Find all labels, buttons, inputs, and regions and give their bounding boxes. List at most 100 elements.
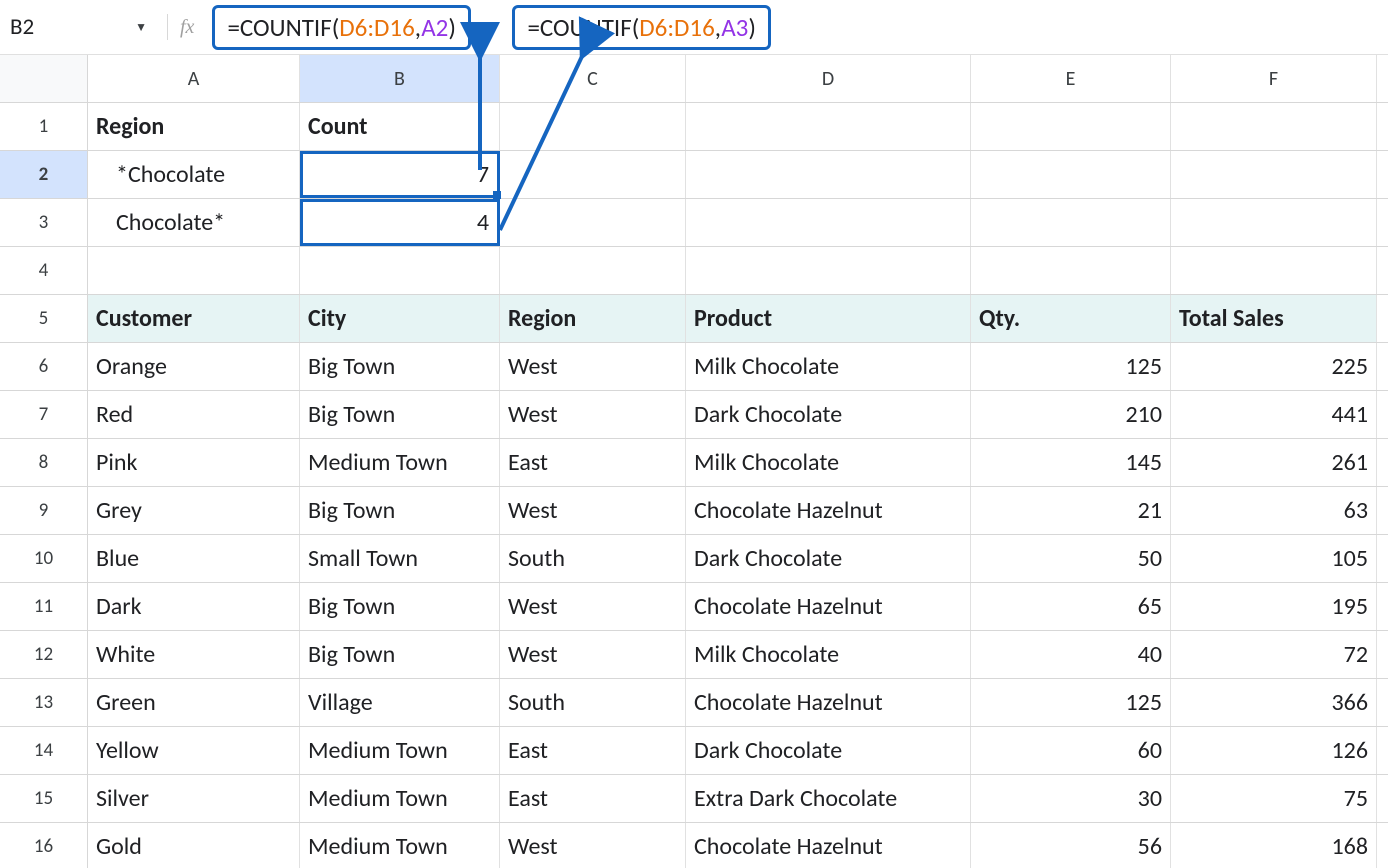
cell-B15[interactable]: Medium Town (300, 775, 500, 822)
row-header-12[interactable]: 12 (0, 631, 88, 678)
cell-E13[interactable]: 125 (971, 679, 1171, 726)
cell-F6[interactable]: 225 (1171, 343, 1377, 390)
cell-E9[interactable]: 21 (971, 487, 1171, 534)
spreadsheet-grid[interactable]: A B C D E F 1 Region Count 2 *Chocolate … (0, 55, 1388, 868)
cell-A8[interactable]: Pink (88, 439, 300, 486)
cell-B6[interactable]: Big Town (300, 343, 500, 390)
cell-C6[interactable]: West (500, 343, 686, 390)
col-header-A[interactable]: A (88, 55, 300, 102)
cell-D13[interactable]: Chocolate Hazelnut (686, 679, 971, 726)
row-header-3[interactable]: 3 (0, 199, 88, 246)
cell-F13[interactable]: 366 (1171, 679, 1377, 726)
cell-D9[interactable]: Chocolate Hazelnut (686, 487, 971, 534)
col-header-B[interactable]: B (300, 55, 500, 102)
select-all-corner[interactable] (0, 55, 88, 102)
cell-B14[interactable]: Medium Town (300, 727, 500, 774)
cell-A9[interactable]: Grey (88, 487, 300, 534)
cell-D3[interactable] (686, 199, 971, 246)
cell-D5[interactable]: Product (686, 295, 971, 342)
row-header-4[interactable]: 4 (0, 247, 88, 294)
name-box[interactable]: B2 ▼ (10, 8, 155, 46)
row-header-6[interactable]: 6 (0, 343, 88, 390)
cell-E10[interactable]: 50 (971, 535, 1171, 582)
cell-E16[interactable]: 56 (971, 823, 1171, 868)
cell-D11[interactable]: Chocolate Hazelnut (686, 583, 971, 630)
cell-C14[interactable]: East (500, 727, 686, 774)
cell-B9[interactable]: Big Town (300, 487, 500, 534)
cell-D7[interactable]: Dark Chocolate (686, 391, 971, 438)
cell-A13[interactable]: Green (88, 679, 300, 726)
cell-B2[interactable]: 7 (300, 151, 500, 198)
cell-D10[interactable]: Dark Chocolate (686, 535, 971, 582)
cell-C3[interactable] (500, 199, 686, 246)
col-header-C[interactable]: C (500, 55, 686, 102)
cell-A15[interactable]: Silver (88, 775, 300, 822)
cell-E4[interactable] (971, 247, 1171, 294)
cell-C16[interactable]: West (500, 823, 686, 868)
cell-B12[interactable]: Big Town (300, 631, 500, 678)
cell-F7[interactable]: 441 (1171, 391, 1377, 438)
cell-D4[interactable] (686, 247, 971, 294)
cell-F12[interactable]: 72 (1171, 631, 1377, 678)
row-header-13[interactable]: 13 (0, 679, 88, 726)
cell-A1[interactable]: Region (88, 103, 300, 150)
formula-input[interactable]: =COUNTIF(D6:D16,A2) =COUNTIF(D6:D16,A3) (212, 2, 1378, 52)
fx-icon[interactable]: fx (180, 16, 194, 39)
col-header-F[interactable]: F (1171, 55, 1377, 102)
cell-E5[interactable]: Qty. (971, 295, 1171, 342)
cell-F1[interactable] (1171, 103, 1377, 150)
row-header-11[interactable]: 11 (0, 583, 88, 630)
cell-D1[interactable] (686, 103, 971, 150)
cell-C9[interactable]: West (500, 487, 686, 534)
cell-E14[interactable]: 60 (971, 727, 1171, 774)
cell-F14[interactable]: 126 (1171, 727, 1377, 774)
row-header-9[interactable]: 9 (0, 487, 88, 534)
cell-C2[interactable] (500, 151, 686, 198)
cell-A16[interactable]: Gold (88, 823, 300, 868)
cell-B11[interactable]: Big Town (300, 583, 500, 630)
chevron-down-icon[interactable]: ▼ (135, 20, 147, 35)
row-header-10[interactable]: 10 (0, 535, 88, 582)
row-header-1[interactable]: 1 (0, 103, 88, 150)
cell-F11[interactable]: 195 (1171, 583, 1377, 630)
cell-B3[interactable]: 4 (300, 199, 500, 246)
cell-F9[interactable]: 63 (1171, 487, 1377, 534)
cell-F5[interactable]: Total Sales (1171, 295, 1377, 342)
cell-B4[interactable] (300, 247, 500, 294)
cell-E3[interactable] (971, 199, 1171, 246)
row-header-7[interactable]: 7 (0, 391, 88, 438)
cell-C11[interactable]: West (500, 583, 686, 630)
cell-F8[interactable]: 261 (1171, 439, 1377, 486)
cell-C1[interactable] (500, 103, 686, 150)
cell-A4[interactable] (88, 247, 300, 294)
cell-B5[interactable]: City (300, 295, 500, 342)
cell-F2[interactable] (1171, 151, 1377, 198)
cell-D14[interactable]: Dark Chocolate (686, 727, 971, 774)
cell-A14[interactable]: Yellow (88, 727, 300, 774)
cell-E6[interactable]: 125 (971, 343, 1171, 390)
row-header-14[interactable]: 14 (0, 727, 88, 774)
row-header-16[interactable]: 16 (0, 823, 88, 868)
cell-A6[interactable]: Orange (88, 343, 300, 390)
cell-F15[interactable]: 75 (1171, 775, 1377, 822)
cell-D6[interactable]: Milk Chocolate (686, 343, 971, 390)
cell-F16[interactable]: 168 (1171, 823, 1377, 868)
cell-C5[interactable]: Region (500, 295, 686, 342)
cell-A10[interactable]: Blue (88, 535, 300, 582)
cell-D12[interactable]: Milk Chocolate (686, 631, 971, 678)
cell-D16[interactable]: Chocolate Hazelnut (686, 823, 971, 868)
cell-A3[interactable]: Chocolate* (88, 199, 300, 246)
cell-B8[interactable]: Medium Town (300, 439, 500, 486)
col-header-D[interactable]: D (686, 55, 971, 102)
cell-B10[interactable]: Small Town (300, 535, 500, 582)
cell-E12[interactable]: 40 (971, 631, 1171, 678)
cell-B16[interactable]: Medium Town (300, 823, 500, 868)
row-header-2[interactable]: 2 (0, 151, 88, 198)
cell-C12[interactable]: West (500, 631, 686, 678)
cell-A2[interactable]: *Chocolate (88, 151, 300, 198)
cell-D8[interactable]: Milk Chocolate (686, 439, 971, 486)
cell-F4[interactable] (1171, 247, 1377, 294)
cell-E11[interactable]: 65 (971, 583, 1171, 630)
cell-E15[interactable]: 30 (971, 775, 1171, 822)
cell-E8[interactable]: 145 (971, 439, 1171, 486)
